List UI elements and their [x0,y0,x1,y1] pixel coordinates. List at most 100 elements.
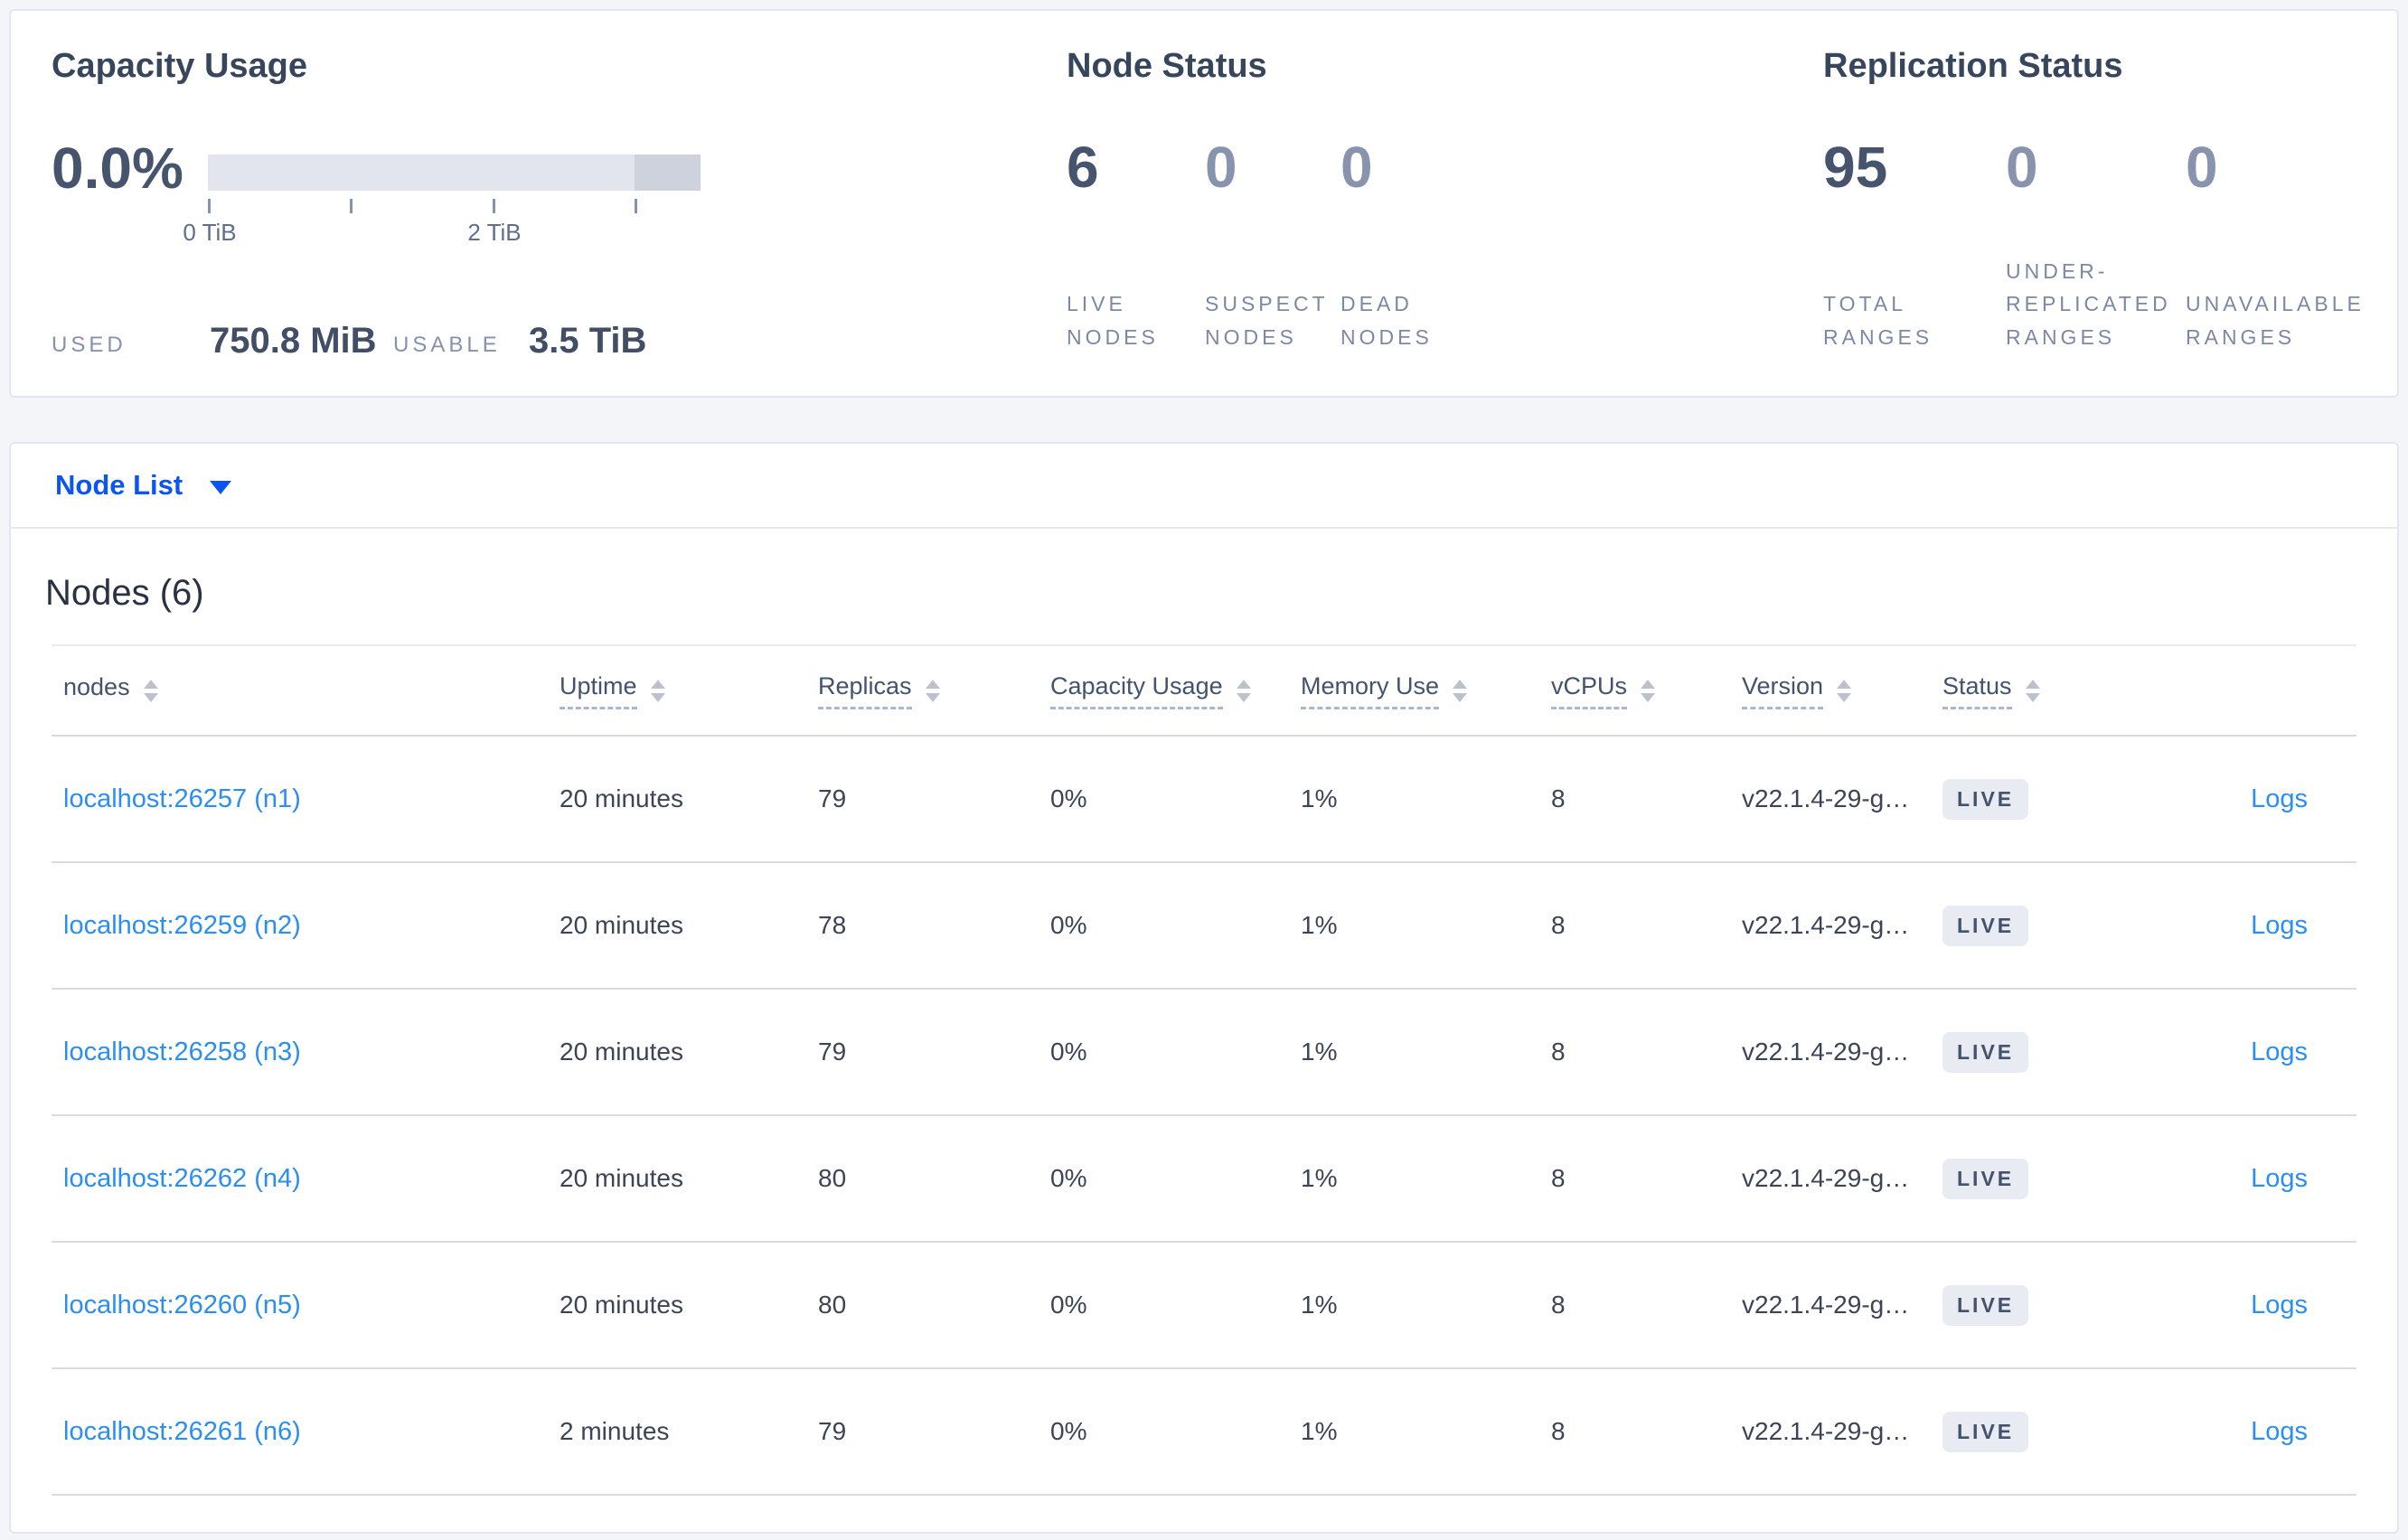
node-link[interactable]: localhost:26260 (n5) [63,1291,560,1320]
view-selector-bar: Node List [11,444,2397,529]
usable-label: USABLE [393,333,501,357]
logs-link[interactable]: Logs [2251,911,2308,941]
gauge-tick-label-0: 0 TiB [183,219,237,246]
capacity-used-usable-row: USED 750.8 MiB USABLE 3.5 TiB [52,318,766,362]
uptime-cell: 20 minutes [560,1164,683,1192]
sort-arrows-icon[interactable] [1641,679,1656,702]
sort-arrows-icon[interactable] [1236,679,1251,702]
replication-status-metrics: 95 TOTAL RANGES 0 UNDER-REPLICATED RANGE… [1823,138,2384,354]
capacity-gauge-bar [208,155,701,191]
usable-value: 3.5 TiB [529,321,647,361]
status-cell: LIVE [1942,1031,2159,1073]
logs-link[interactable]: Logs [2251,1417,2308,1447]
uptime-cell: 20 minutes [560,1038,683,1066]
gauge-tick-3 [635,199,637,213]
total-ranges-label: TOTAL RANGES [1823,292,1933,350]
column-header-status[interactable]: Status [1942,672,2159,709]
nodes-table-header-row: nodes Uptime Replicas Capacity Usage Mem… [52,646,2356,737]
version-cell: v22.1.4-29-g… [1742,784,1910,812]
capacity-cell: 0% [1050,784,1087,812]
sort-arrows-icon[interactable] [650,679,665,702]
vcpus-cell: 8 [1551,1164,1566,1192]
nodes-table-title: Nodes (6) [45,573,204,613]
gauge-tick-label-2: 2 TiB [467,219,522,246]
column-header-memory-use[interactable]: Memory Use [1301,672,1551,709]
column-header-capacity-usage[interactable]: Capacity Usage [1050,672,1301,709]
status-cell: LIVE [1942,778,2159,820]
table-row-n6: localhost:26261 (n6) 2 minutes 79 0% 1% … [52,1369,2356,1496]
live-status-badge: LIVE [1942,1158,2029,1199]
unavailable-ranges-value: 0 [2186,135,2218,200]
sort-arrows-icon[interactable] [1837,679,1852,702]
under-replicated-ranges-metric: 0 UNDER-REPLICATED RANGES [2006,138,2186,354]
suspect-nodes-metric: 0 SUSPECT NODES [1205,138,1340,354]
replicas-cell: 80 [818,1291,847,1319]
logs-link[interactable]: Logs [2251,1291,2308,1320]
live-nodes-value: 6 [1067,135,1099,200]
node-link[interactable]: localhost:26261 (n6) [63,1417,560,1447]
version-cell: v22.1.4-29-g… [1742,1291,1910,1319]
live-status-badge: LIVE [1942,1411,2029,1452]
logs-link[interactable]: Logs [2251,1038,2308,1067]
node-status-panel: Node Status 6 LIVE NODES 0 SUSPECT NODES… [1067,45,1627,363]
live-status-badge: LIVE [1942,905,2029,946]
capacity-cell: 0% [1050,1164,1087,1192]
replication-status-panel: Replication Status 95 TOTAL RANGES 0 UND… [1823,45,2384,363]
gauge-tick-0 [208,199,211,213]
memory-cell: 1% [1301,1417,1338,1445]
table-row-n1: localhost:26257 (n1) 20 minutes 79 0% 1%… [52,737,2356,863]
memory-cell: 1% [1301,911,1338,939]
replicas-cell: 80 [818,1164,847,1192]
column-header-version-label: Version [1742,672,1824,709]
column-header-version[interactable]: Version [1742,672,1942,709]
column-header-status-label: Status [1942,672,2012,709]
memory-cell: 1% [1301,1038,1338,1066]
suspect-nodes-label: SUSPECT NODES [1205,292,1329,350]
total-ranges-value: 95 [1823,135,1888,200]
column-header-replicas[interactable]: Replicas [818,672,1050,709]
column-header-vcpus[interactable]: vCPUs [1551,672,1742,709]
dead-nodes-label: DEAD NODES [1340,292,1433,350]
column-header-capacity-usage-label: Capacity Usage [1050,672,1223,709]
used-value: 750.8 MiB [210,321,377,361]
sort-arrows-icon[interactable] [143,679,158,702]
status-cell: LIVE [1942,1284,2159,1326]
sort-arrows-icon[interactable] [1453,679,1468,702]
capacity-gauge-dark-segment [635,155,701,191]
under-replicated-ranges-label: UNDER-REPLICATED RANGES [2006,258,2171,350]
sort-arrows-icon[interactable] [925,679,940,702]
capacity-cell: 0% [1050,1417,1087,1445]
logs-link[interactable]: Logs [2251,1164,2308,1194]
suspect-nodes-value: 0 [1205,135,1237,200]
under-replicated-ranges-value: 0 [2006,135,2038,200]
column-header-memory-use-label: Memory Use [1301,672,1440,709]
live-status-badge: LIVE [1942,1031,2029,1073]
logs-link[interactable]: Logs [2251,784,2308,814]
cluster-summary-card: Capacity Usage 0.0% 0 TiB 2 TiB USED 750… [9,9,2399,398]
column-header-replicas-label: Replicas [818,672,912,709]
node-status-title: Node Status [1067,47,1267,85]
node-status-metrics: 6 LIVE NODES 0 SUSPECT NODES 0 DEAD NODE… [1067,138,1494,354]
vcpus-cell: 8 [1551,911,1566,939]
node-list-card: Node List Nodes (6) nodes Uptime Replica… [9,442,2399,1534]
capacity-cell: 0% [1050,911,1087,939]
capacity-cell: 0% [1050,1291,1087,1319]
vcpus-cell: 8 [1551,1291,1566,1319]
caret-down-icon [210,480,232,494]
node-link[interactable]: localhost:26258 (n3) [63,1038,560,1067]
column-header-nodes[interactable]: nodes [63,673,560,708]
node-list-dropdown[interactable]: Node List [55,469,232,502]
used-label: USED [52,333,127,357]
status-cell: LIVE [1942,1158,2159,1199]
column-header-uptime[interactable]: Uptime [560,672,818,709]
column-header-uptime-label: Uptime [560,672,637,709]
node-link[interactable]: localhost:26259 (n2) [63,911,560,941]
node-link[interactable]: localhost:26257 (n1) [63,784,560,814]
memory-cell: 1% [1301,1164,1338,1192]
table-row-n5: localhost:26260 (n5) 20 minutes 80 0% 1%… [52,1243,2356,1369]
status-cell: LIVE [1942,1411,2159,1452]
unavailable-ranges-metric: 0 UNAVAILABLE RANGES [2186,138,2384,354]
node-link[interactable]: localhost:26262 (n4) [63,1164,560,1194]
sort-arrows-icon[interactable] [2025,679,2040,702]
uptime-cell: 20 minutes [560,1291,683,1319]
